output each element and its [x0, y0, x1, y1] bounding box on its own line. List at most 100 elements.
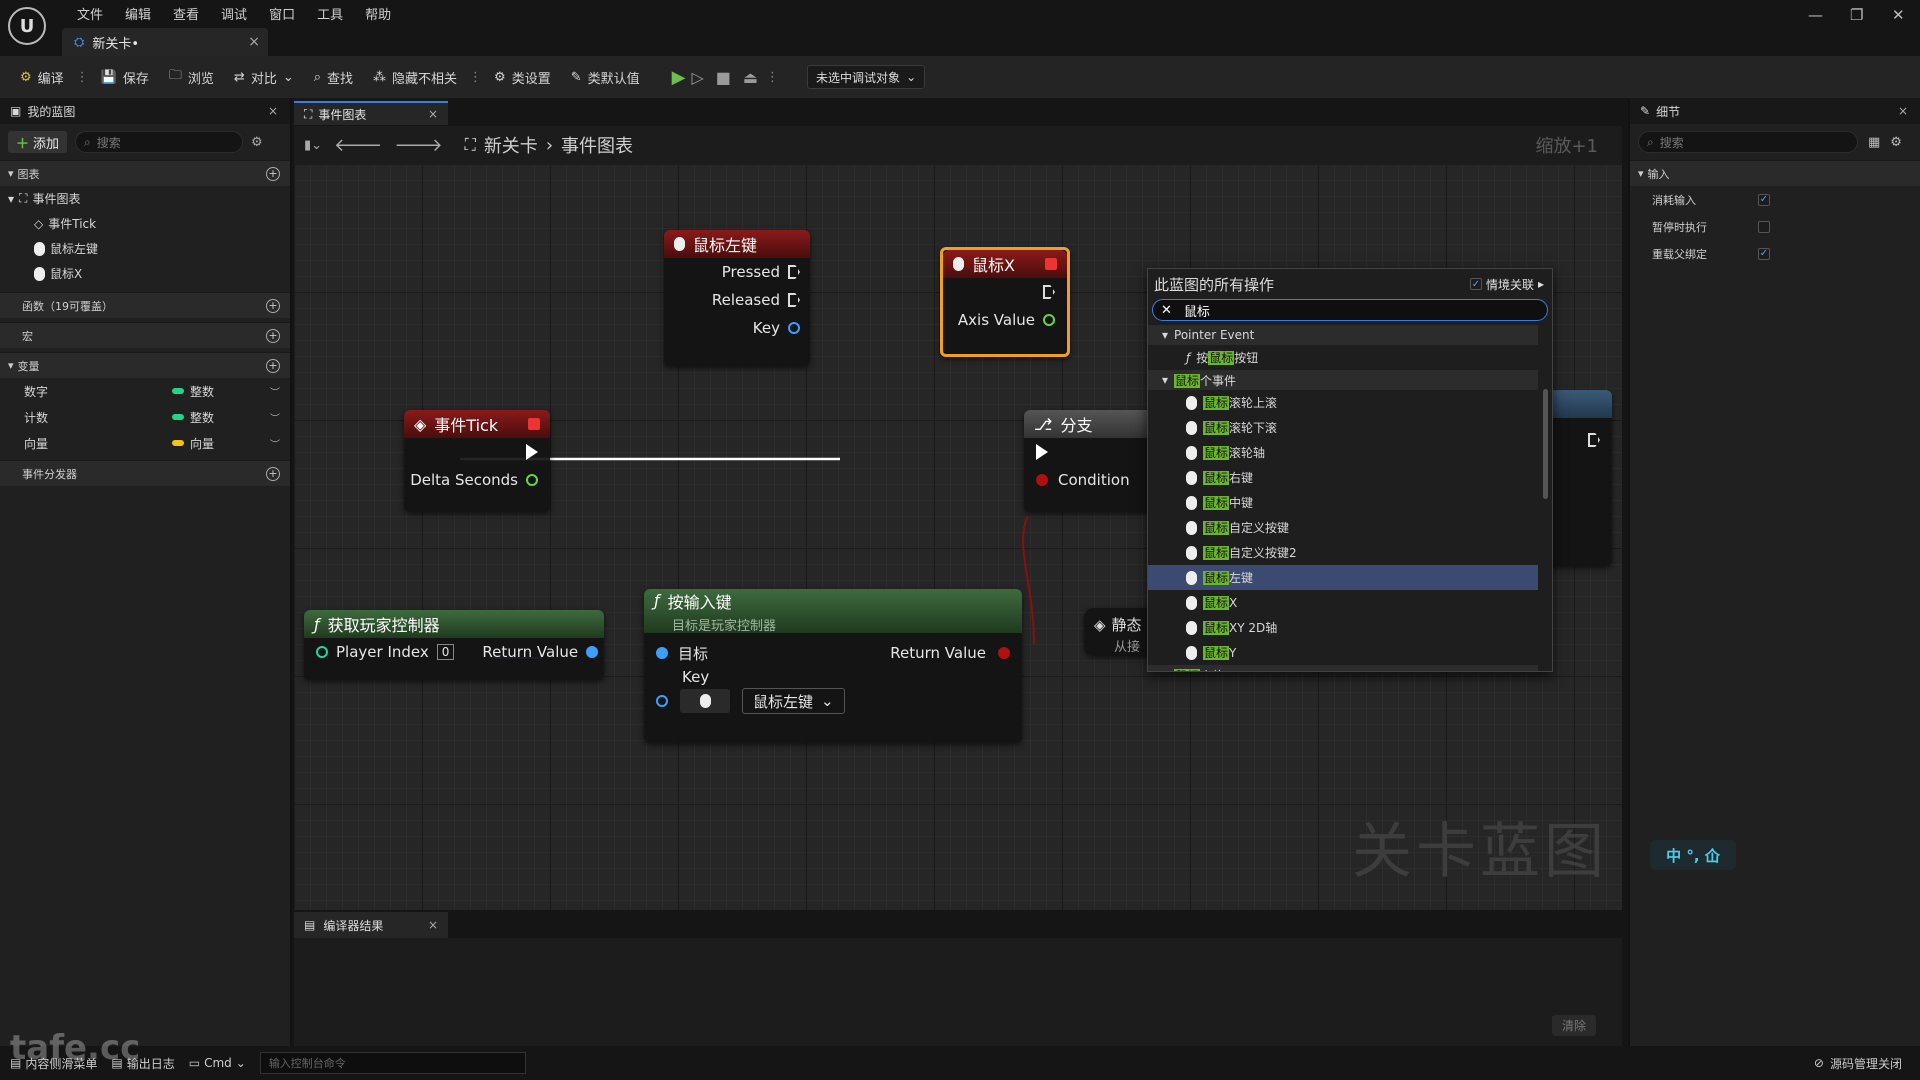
grid-view-icon[interactable]: ▦ [1868, 135, 1880, 150]
close-icon[interactable]: × [428, 918, 438, 932]
tab-event-graph[interactable]: ⛶ 事件图表 × [294, 101, 448, 125]
execute-paused-checkbox[interactable] [1758, 220, 1770, 233]
close-icon[interactable]: × [268, 104, 278, 118]
action-item[interactable]: 鼠标XY 2D轴 [1148, 615, 1538, 640]
key-selector-button[interactable] [680, 689, 730, 713]
unreal-logo-icon[interactable]: U [8, 7, 46, 45]
hierarchy-icon[interactable]: ⛶ [465, 135, 476, 155]
action-item[interactable]: 鼠标右键 [1148, 465, 1538, 490]
close-window-icon[interactable]: ✕ [1892, 6, 1905, 24]
close-icon[interactable]: × [248, 34, 260, 50]
node-event-tick[interactable]: ◈ 事件Tick Delta Seconds [404, 410, 550, 512]
section-variables[interactable]: ▾ 变量 + [0, 352, 290, 378]
pin-exec-out[interactable] [1544, 426, 1612, 454]
play-icon[interactable]: ▶ [672, 67, 686, 88]
context-checkbox[interactable]: ✓ [1469, 278, 1482, 290]
action-item[interactable]: 鼠标自定义按键 [1148, 515, 1538, 540]
breadcrumb-level[interactable]: 新关卡 [484, 132, 538, 158]
variable-type[interactable]: 整数 [172, 409, 214, 426]
my-blueprint-tab[interactable]: ▣ 我的蓝图 × [0, 98, 290, 124]
pin-exec-out[interactable] [943, 278, 1067, 306]
section-input[interactable]: ▾ 输入 [1630, 160, 1920, 186]
more-icon[interactable]: ⋮ [467, 70, 484, 85]
tree-item-event-tick[interactable]: ◇ 事件Tick [0, 211, 290, 236]
action-search-input[interactable]: ✕ 鼠标 [1152, 299, 1548, 321]
compile-button[interactable]: ⚙ 编译 [10, 62, 74, 92]
add-variable-icon[interactable]: + [266, 358, 280, 373]
pin-delta-seconds[interactable]: Delta Seconds [404, 466, 550, 494]
search-input[interactable]: ⌕ 搜索 [75, 131, 244, 153]
action-item[interactable]: 鼠标Y [1148, 640, 1538, 665]
variable-row[interactable]: 计数 整数 ︶ [0, 404, 290, 430]
variable-row[interactable]: 向量 向量 ︶ [0, 430, 290, 456]
add-macro-icon[interactable]: + [266, 328, 280, 343]
find-button[interactable]: ⌕ 查找 [304, 62, 363, 92]
menu-edit[interactable]: 编辑 [114, 2, 162, 25]
class-settings-button[interactable]: ⚙ 类设置 [484, 62, 561, 92]
eye-icon[interactable]: ︶ [270, 436, 280, 451]
stop-icon[interactable]: ■ [710, 68, 737, 87]
menu-window[interactable]: 窗口 [258, 2, 306, 25]
action-item[interactable]: 鼠标滚轮下滚 [1148, 415, 1538, 440]
tab-compiler-results[interactable]: ▤ 编译器结果 × [294, 912, 448, 938]
browse-button[interactable]: 🗀 浏览 [159, 62, 224, 92]
override-parent-checkbox[interactable]: ✓ [1758, 247, 1770, 260]
add-dispatcher-icon[interactable]: + [266, 466, 280, 481]
tree-item-event-graph[interactable]: ▾ ⛶ 事件图表 [0, 186, 290, 211]
node-was-input-key-down[interactable]: ƒ 按输入键 目标是玩家控制器 目标 Return Value Key 鼠标左键… [644, 589, 1022, 743]
variable-row[interactable]: 数字 整数 ︶ [0, 378, 290, 404]
menu-file[interactable]: 文件 [66, 2, 114, 25]
tree-item-mouse-left[interactable]: 鼠标左键 [0, 236, 290, 261]
action-item[interactable]: 鼠标自定义按键2 [1148, 540, 1538, 565]
variable-type[interactable]: 向量 [172, 435, 214, 452]
node-mouse-x[interactable]: 鼠标X Axis Value [940, 247, 1070, 357]
back-arrow-icon[interactable]: 🡐 [334, 135, 382, 156]
ime-indicator[interactable]: 中 °, 仚 [1650, 840, 1736, 870]
tree-item-mouse-x[interactable]: 鼠标X [0, 261, 290, 286]
section-macros[interactable]: 宏 + [0, 322, 290, 348]
eye-icon[interactable]: ︶ [270, 410, 280, 425]
action-item[interactable]: 鼠标滚轮轴 [1148, 440, 1538, 465]
diff-button[interactable]: ⇄ 对比 ⌄ [224, 62, 304, 92]
action-item[interactable]: 鼠标左键 [1148, 565, 1538, 590]
node-hidden-right[interactable] [1544, 390, 1612, 566]
pin-axis-value[interactable]: Axis Value [943, 306, 1067, 334]
key-dropdown[interactable]: 鼠标左键 ⌄ [742, 688, 845, 714]
breadcrumb-graph[interactable]: 事件图表 [561, 132, 633, 158]
player-index-input[interactable]: 0 [436, 644, 455, 660]
pin-player-index[interactable]: Player Index 0 Return Value [304, 638, 604, 666]
action-category[interactable]: ▾ 鼠标个值 [1148, 665, 1538, 671]
more-icon[interactable]: ⋮ [764, 70, 781, 85]
action-item[interactable]: 鼠标滚轮上滚 [1148, 390, 1538, 415]
pin-key[interactable]: Key [664, 314, 810, 342]
pin-pressed[interactable]: Pressed [664, 258, 810, 286]
gear-icon[interactable]: ⚙ [1890, 135, 1902, 150]
section-event-dispatchers[interactable]: 事件分发器 + [0, 460, 290, 486]
minimize-icon[interactable]: — [1808, 6, 1823, 24]
debug-object-select[interactable]: 未选中调试对象 ⌄ [807, 65, 926, 89]
more-icon[interactable]: ⋮ [74, 70, 91, 85]
eject-icon[interactable]: ⏏ [737, 68, 764, 87]
menu-tools[interactable]: 工具 [306, 2, 354, 25]
add-graph-icon[interactable]: + [266, 166, 280, 181]
consume-input-checkbox[interactable]: ✓ [1758, 193, 1770, 206]
action-list-scrollbar[interactable] [1543, 389, 1548, 499]
document-tab[interactable]: ⛭ 新关卡• × [62, 28, 268, 56]
clear-icon[interactable]: ✕ [1161, 303, 1172, 318]
close-icon[interactable]: × [1898, 104, 1908, 118]
console-input[interactable]: 输入控制台命令 [259, 1052, 526, 1074]
node-get-player-controller[interactable]: ƒ 获取玩家控制器 Player Index 0 Return Value [304, 610, 604, 680]
menu-view[interactable]: 查看 [162, 2, 210, 25]
step-icon[interactable]: ▷ [685, 68, 709, 87]
variable-type[interactable]: 整数 [172, 383, 214, 400]
pin-target[interactable]: 目标 Return Value [644, 639, 1022, 667]
forward-arrow-icon[interactable]: 🡒 [394, 135, 442, 156]
section-graphs[interactable]: ▾ 图表 + [0, 160, 290, 186]
bookmark-icon[interactable]: ▮⌄ [304, 138, 322, 153]
menu-help[interactable]: 帮助 [354, 2, 402, 25]
add-button[interactable]: ＋ 添加 [8, 131, 68, 153]
action-item[interactable]: ƒ 按鼠标按钮 [1148, 345, 1538, 370]
pin-released[interactable]: Released [664, 286, 810, 314]
save-button[interactable]: 💾 保存 [91, 62, 159, 92]
class-defaults-button[interactable]: ✎ 类默认值 [561, 62, 650, 92]
